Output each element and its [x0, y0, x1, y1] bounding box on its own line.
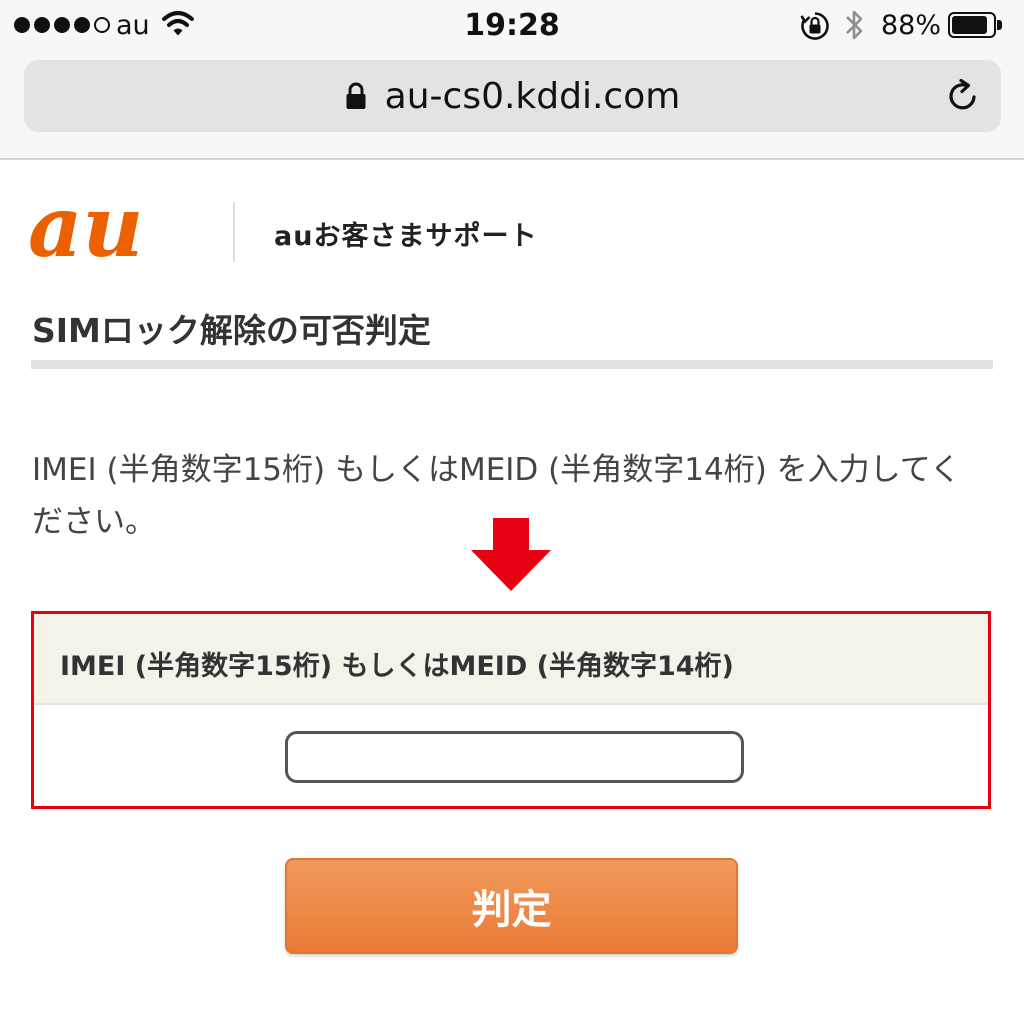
lock-icon	[346, 82, 366, 109]
orientation-lock-icon	[800, 12, 829, 40]
judge-button[interactable]: 判定	[285, 858, 738, 954]
address-bar-content: au-cs0.kddi.com	[24, 60, 1001, 132]
battery-icon	[948, 12, 1004, 40]
status-time: 19:28	[464, 8, 560, 43]
browser-toolbar: au-cs0.kddi.com	[0, 52, 1024, 160]
status-bar: au 19:28 88%	[0, 0, 1024, 52]
au-logo-text: au	[28, 192, 144, 270]
support-title: auお客さまサポート	[274, 221, 538, 252]
battery-body	[948, 12, 996, 38]
battery-percentage: 88%	[881, 10, 942, 41]
reload-icon[interactable]	[945, 78, 981, 114]
page-title: SIMロック解除の可否判定	[32, 311, 431, 350]
imei-input[interactable]	[285, 731, 744, 783]
title-divider	[31, 360, 993, 369]
address-bar[interactable]: au-cs0.kddi.com	[24, 60, 1001, 132]
down-arrow-icon	[471, 518, 551, 591]
battery-tip	[997, 20, 1002, 30]
imei-field-label: IMEI (半角数字15桁) もしくはMEID (半角数字14桁)	[60, 651, 734, 682]
battery-fill	[952, 16, 988, 34]
url-text[interactable]: au-cs0.kddi.com	[385, 76, 681, 117]
au-logo: au	[28, 192, 144, 270]
bluetooth-icon	[846, 10, 863, 40]
logo-divider	[233, 202, 235, 262]
form-header: IMEI (半角数字15桁) もしくはMEID (半角数字14桁)	[34, 614, 988, 705]
imei-form-box: IMEI (半角数字15桁) もしくはMEID (半角数字14桁)	[31, 611, 991, 809]
